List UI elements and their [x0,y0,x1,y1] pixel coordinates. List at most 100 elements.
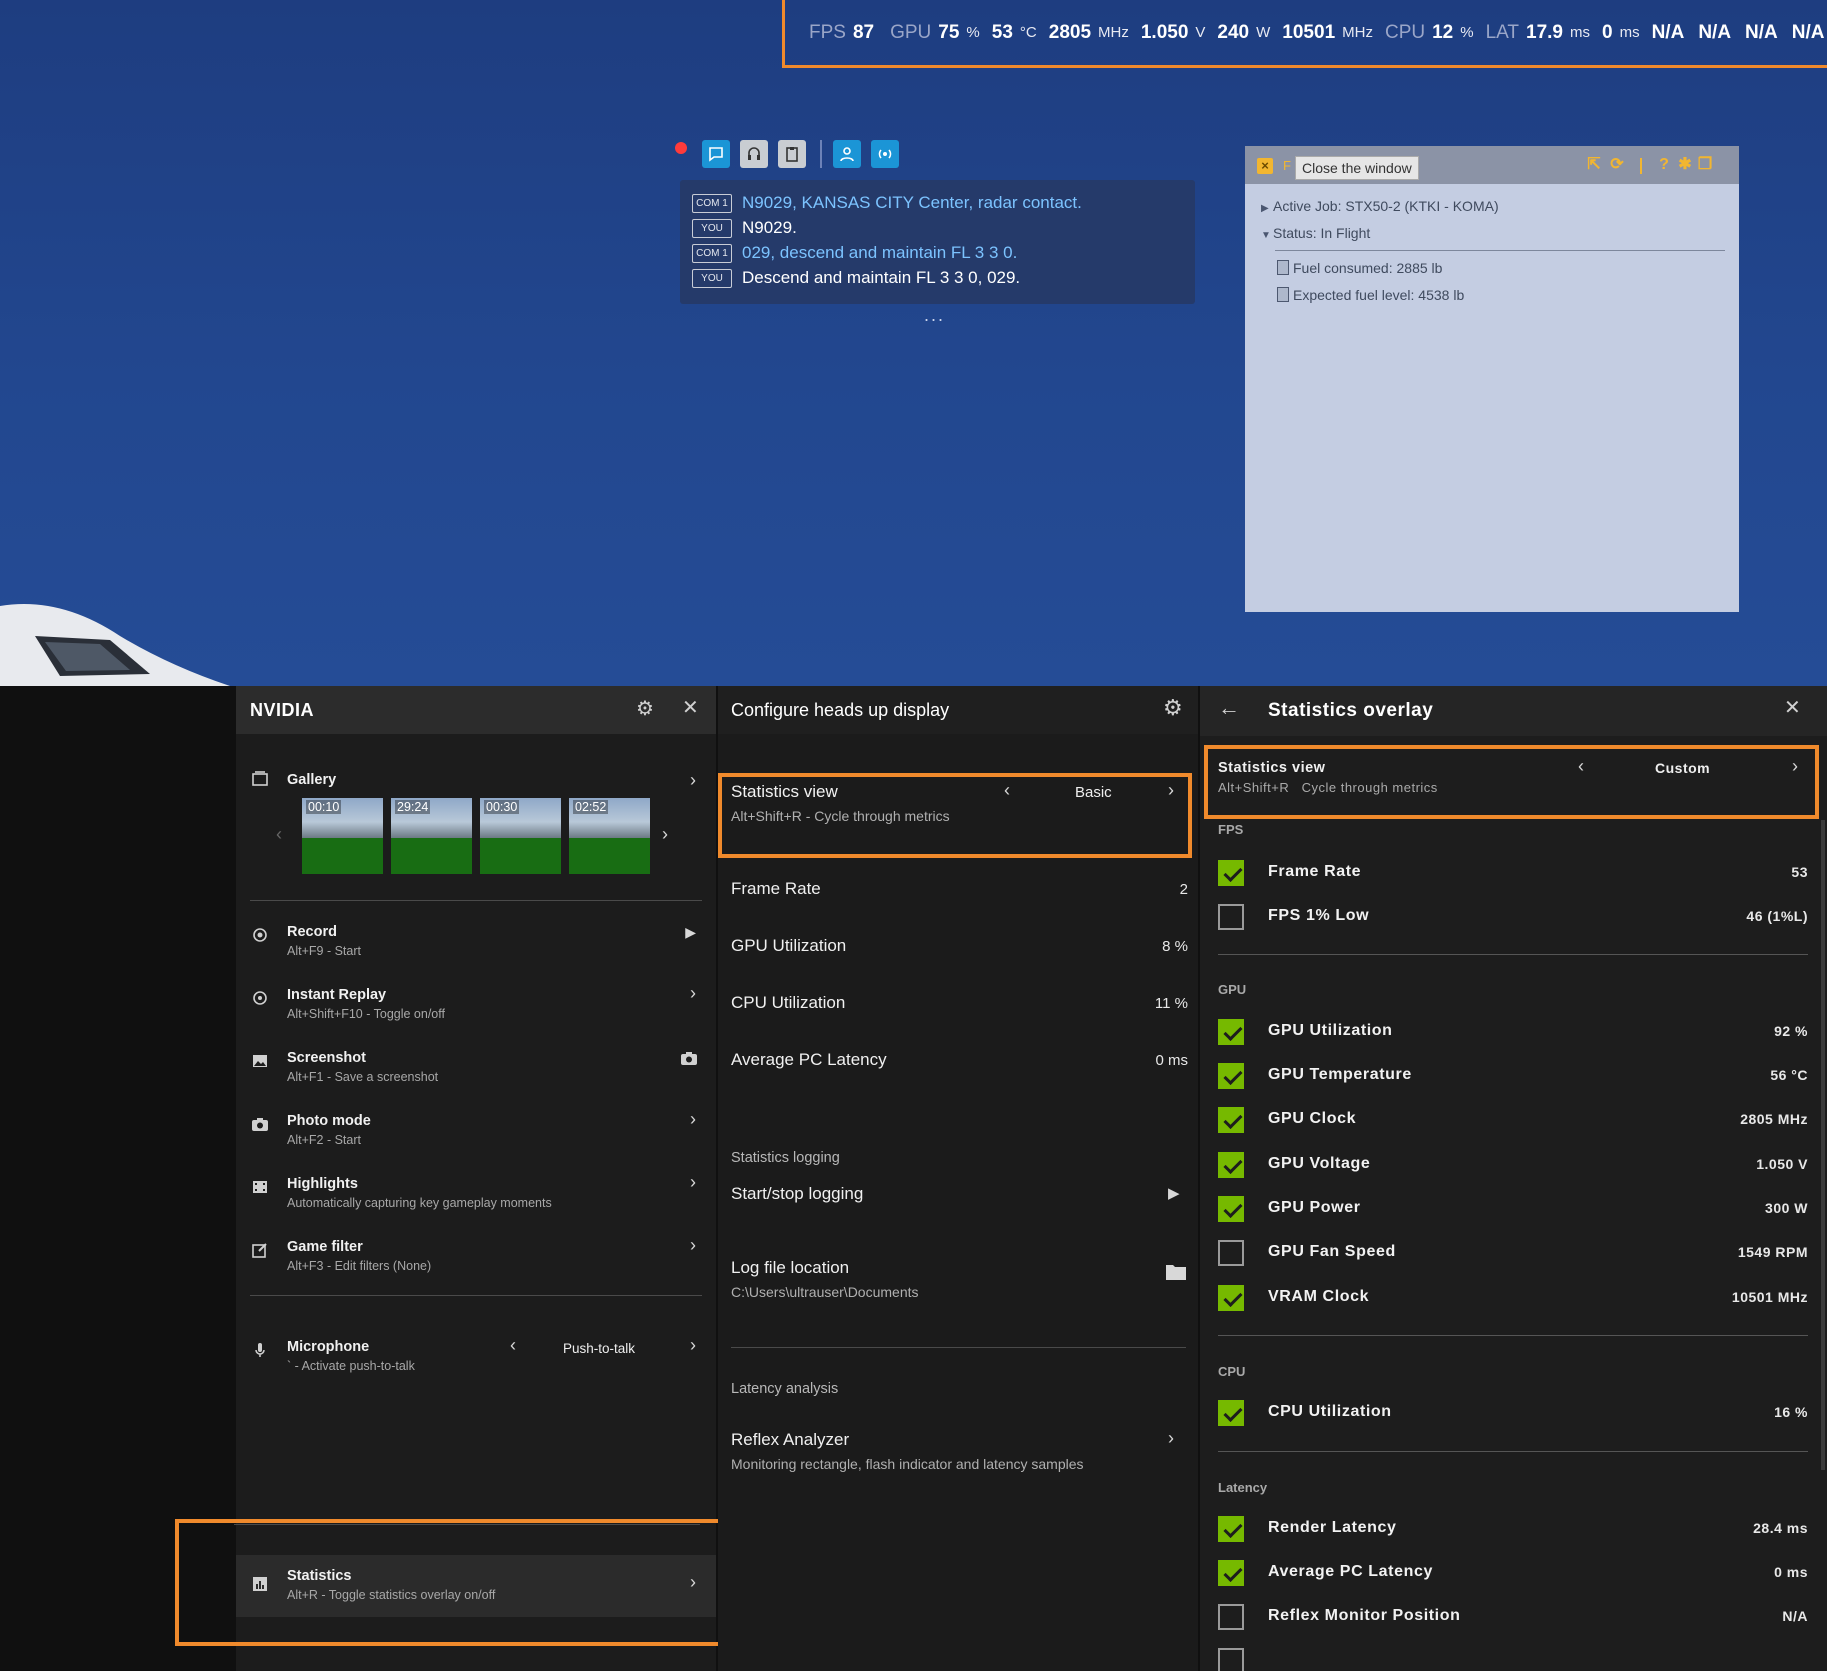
help-icon[interactable]: ? [1656,157,1672,173]
metric-label: Frame Rate [731,879,821,898]
fuel-pump-icon [1277,287,1289,302]
reflex-analyzer-row[interactable]: Reflex Analyzer Monitoring rectangle, fl… [718,1428,1198,1480]
game-filter-row[interactable]: Game filter Alt+F3 - Edit filters (None)… [236,1229,716,1283]
metric-toggle-row[interactable]: Frame Rate 53 [1218,858,1808,888]
metric-label: Average PC Latency [731,1050,887,1069]
highlights-row[interactable]: Highlights Automatically capturing key g… [236,1166,716,1220]
cpu-util-unit: % [1460,24,1474,41]
log-file-location-row[interactable]: Log file location C:\Users\ultrauser\Doc… [718,1258,1198,1308]
game-filter-shortcut: Alt+F3 - Edit filters (None) [287,1259,432,1273]
photo-mode-shortcut: Alt+F2 - Start [287,1133,361,1147]
atc-clipboard-button[interactable] [778,140,806,168]
gear-icon[interactable]: ✱ [1677,157,1693,173]
refresh-icon[interactable]: ⟳ [1609,157,1625,173]
photo-mode-row[interactable]: Photo mode Alt+F2 - Start › [236,1103,716,1157]
instant-replay-row[interactable]: Instant Replay Alt+Shift+F10 - Toggle on… [236,977,716,1031]
microphone-shortcut: ` - Activate push-to-talk [287,1359,415,1373]
gpu-power-unit: W [1256,24,1271,41]
checkbox-checked[interactable] [1218,1400,1244,1426]
atc-user-button[interactable] [833,140,861,168]
render-latency-value: 17.9 [1526,21,1563,43]
metric-toggle-row[interactable]: GPU Temperature 56 °C [1218,1061,1808,1091]
status-row[interactable]: ▼ Status: In Flight [1261,225,1370,241]
metric-toggle-row[interactable]: Average PC Latency 0 ms [1218,1558,1808,1588]
na-value: N/A [1698,21,1732,43]
close-icon[interactable]: ✕ [682,698,700,718]
metric-toggle-row[interactable]: GPU Power 300 W [1218,1194,1808,1224]
atc-headset-button[interactable] [740,140,768,168]
gallery-thumbnail[interactable]: 00:10 [302,798,383,874]
log-file-location-label: Log file location [731,1258,850,1277]
checkbox-checked[interactable] [1218,860,1244,886]
metric-label: GPU Power [1268,1199,1361,1216]
windows-icon[interactable]: ❐ [1697,157,1713,173]
checkbox-checked[interactable] [1218,1196,1244,1222]
checkbox-checked[interactable] [1218,1285,1244,1311]
metric-toggle-row[interactable]: Render Latency 28.4 ms [1218,1514,1808,1544]
metric-toggle-row[interactable]: FPS 1% Low 46 (1%L) [1218,902,1808,932]
checkbox-checked[interactable] [1218,1516,1244,1542]
atc-message-tag: COM 1 [692,193,732,213]
checkbox-unchecked[interactable] [1218,1240,1244,1266]
close-icon[interactable]: × [1257,158,1273,174]
start-stop-logging-row[interactable]: Start/stop logging ▶ [718,1184,1198,1224]
microphone-row[interactable]: Microphone ` - Activate push-to-talk ‹ P… [236,1329,716,1383]
metric-toggle-row[interactable]: VRAM Clock 10501 MHz [1218,1283,1808,1313]
checkbox-unchecked[interactable] [1218,1648,1244,1671]
metric-toggle-row[interactable]: GPU Voltage 1.050 V [1218,1150,1808,1180]
metric-toggle-row[interactable]: Reflex Monitor Position N/A [1218,1602,1808,1632]
close-icon[interactable]: ✕ [1784,698,1802,718]
checkbox-unchecked[interactable] [1218,1604,1244,1630]
thumbnail-duration: 00:30 [484,800,520,814]
metric-toggle-row[interactable]: GPU Fan Speed 1549 RPM [1218,1238,1808,1268]
pc-latency-unit: ms [1619,24,1640,41]
scrollbar[interactable] [1821,820,1825,1470]
gear-icon[interactable]: ⚙ [636,699,654,719]
metric-toggle-row[interactable]: GPU Utilization 92 % [1218,1017,1808,1047]
checkbox-checked[interactable] [1218,1063,1244,1089]
divider [731,1347,1186,1348]
render-latency-unit: ms [1570,24,1590,41]
atc-message: COM 1 N9029, KANSAS CITY Center, radar c… [692,193,1082,213]
checkbox-checked[interactable] [1218,1560,1244,1586]
metric-toggle-row[interactable] [1218,1646,1808,1671]
metric-toggle-row[interactable]: GPU Clock 2805 MHz [1218,1105,1808,1135]
screenshot-row[interactable]: Screenshot Alt+F1 - Save a screenshot [236,1040,716,1094]
gallery-prev-icon[interactable]: ‹ [276,824,282,845]
checkbox-checked[interactable] [1218,1152,1244,1178]
metric-toggle-row[interactable]: CPU Utilization 16 % [1218,1398,1808,1428]
atc-chat-button[interactable] [702,140,730,168]
external-link-icon[interactable]: ⇱ [1586,157,1602,173]
back-arrow-icon[interactable]: ← [1218,697,1240,719]
thumbnail-duration: 29:24 [395,800,431,814]
clipboard-icon [786,147,798,162]
checkbox-unchecked[interactable] [1218,904,1244,930]
vram-clock-unit: MHz [1342,24,1373,41]
gear-icon[interactable]: ⚙ [1163,697,1183,719]
atc-radio-button[interactable] [871,140,899,168]
highlight-statistics-view [718,773,1192,858]
gpu-voltage-unit: V [1195,24,1206,41]
fuel-pump-icon [1277,260,1289,275]
chevron-right-icon[interactable]: › [690,1335,696,1356]
lat-label: LAT [1485,21,1520,43]
instant-replay-icon [253,991,267,1005]
gallery-thumbnail[interactable]: 00:30 [480,798,561,874]
chevron-left-icon[interactable]: ‹ [510,1335,516,1356]
gpu-clock-unit: MHz [1098,24,1129,41]
metric-value: 1549 RPM [1737,1244,1808,1260]
atc-message-tag: COM 1 [692,243,732,263]
gallery-next-icon[interactable]: › [662,824,668,845]
photo-mode-label: Photo mode [287,1113,371,1129]
checkbox-checked[interactable] [1218,1019,1244,1045]
atc-more-indicator[interactable]: ... [924,305,945,326]
checkbox-checked[interactable] [1218,1107,1244,1133]
gallery-thumbnail[interactable]: 29:24 [391,798,472,874]
active-job-row[interactable]: ▶ Active Job: STX50-2 (KTKI - KOMA) [1261,198,1499,214]
metric-label: VRAM Clock [1268,1288,1370,1305]
metric-label: Reflex Monitor Position [1268,1607,1461,1624]
record-row[interactable]: Record Alt+F9 - Start ▶ [236,914,716,968]
divider [250,900,702,901]
gallery-thumbnail[interactable]: 02:52 [569,798,650,874]
cpu-label: CPU [1384,21,1426,43]
